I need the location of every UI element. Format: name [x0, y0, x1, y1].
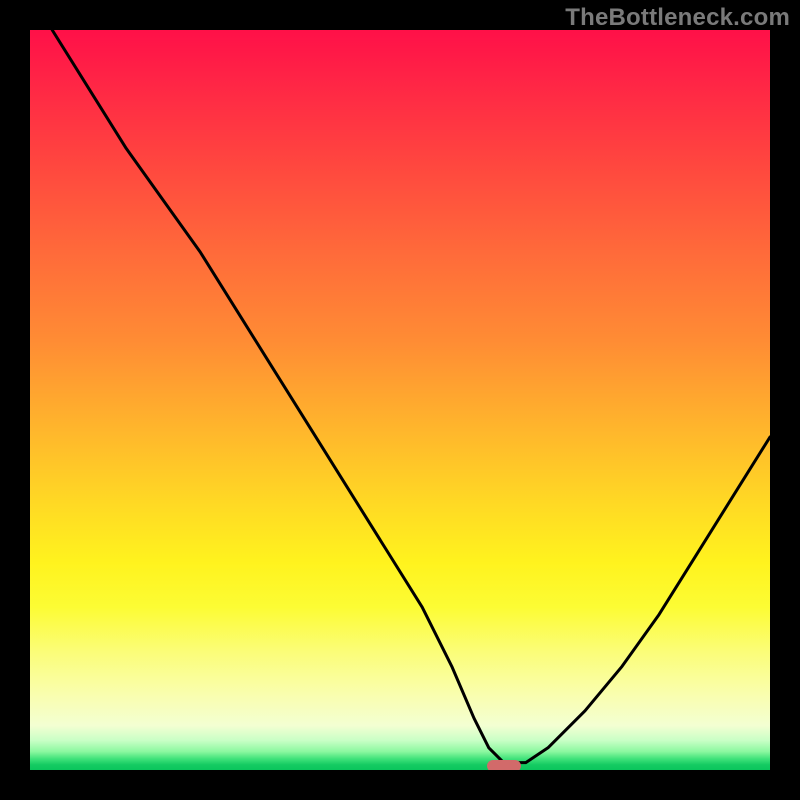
- plot-area: [30, 30, 770, 770]
- watermark-text: TheBottleneck.com: [565, 4, 790, 32]
- frame-border-left: [0, 0, 30, 800]
- frame-border-right: [770, 0, 800, 800]
- chart-frame: TheBottleneck.com: [0, 0, 800, 800]
- frame-border-bottom: [0, 770, 800, 800]
- optimal-marker: [487, 760, 521, 770]
- bottleneck-curve: [30, 30, 770, 770]
